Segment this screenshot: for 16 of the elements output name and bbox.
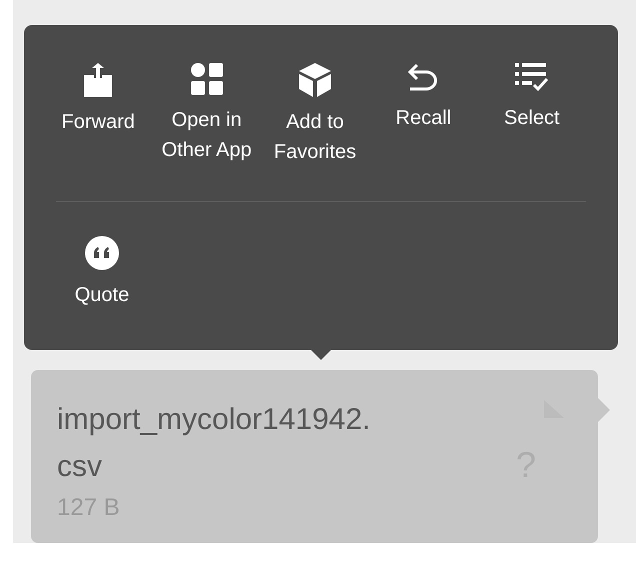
file-name: import_mycolor141942. xyxy=(57,402,370,438)
status-mark: ? xyxy=(516,444,536,486)
bubble-tail xyxy=(598,398,610,422)
menu-item[interactable]: Forward xyxy=(44,63,152,167)
menu-item[interactable]: Open in Other App xyxy=(152,63,261,167)
undo-icon xyxy=(408,63,438,93)
menu-item[interactable]: Recall xyxy=(369,63,478,167)
cube-icon xyxy=(299,63,332,97)
file-name: csv xyxy=(57,449,102,485)
grid-icon xyxy=(190,63,223,95)
menu-item[interactable]: Select xyxy=(478,63,586,167)
menu-item[interactable]: Quote xyxy=(44,236,160,310)
share-icon xyxy=(84,63,112,97)
checklist-icon xyxy=(514,63,549,93)
menu-item[interactable]: Add to Favorites xyxy=(260,63,370,167)
quote-icon xyxy=(85,236,119,270)
